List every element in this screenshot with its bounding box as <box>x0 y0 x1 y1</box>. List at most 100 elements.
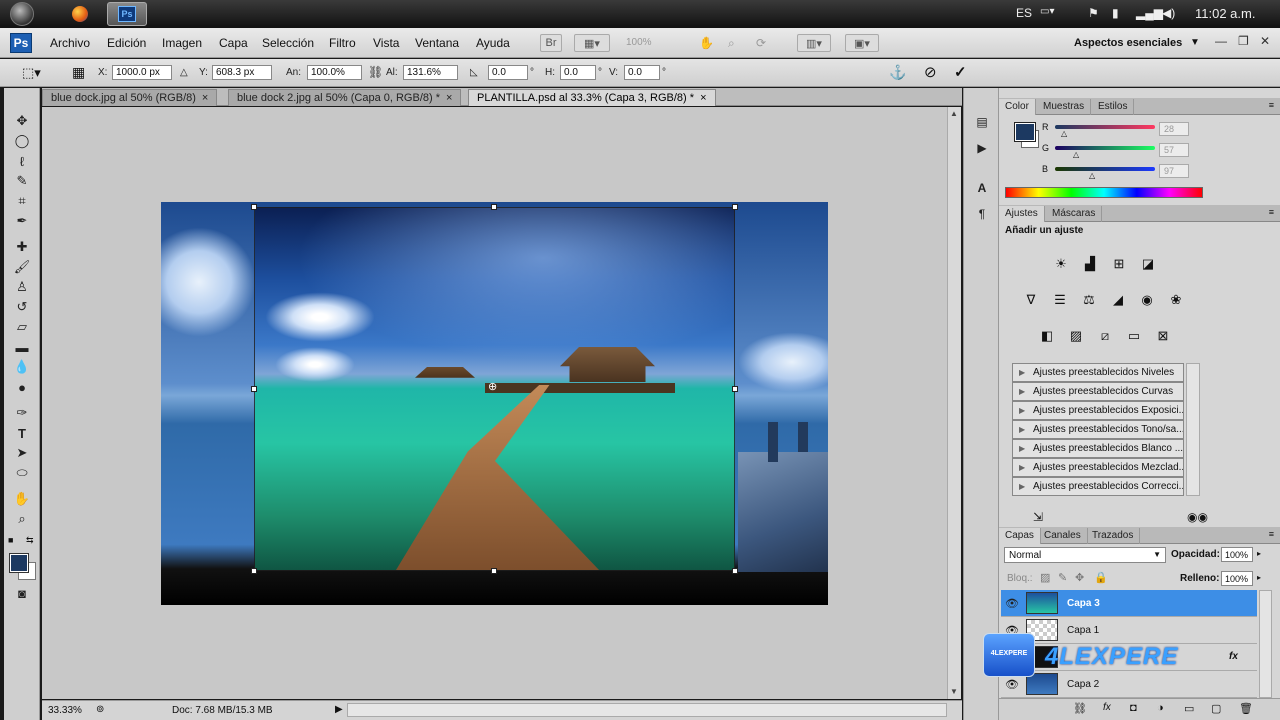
stamp-tool-icon[interactable]: ♙ <box>12 278 32 296</box>
selective-color-icon[interactable]: ⊠ <box>1151 326 1175 346</box>
default-colors-icon[interactable]: ■ <box>8 535 13 545</box>
character-panel-icon[interactable]: A <box>972 180 992 196</box>
warp-icon[interactable]: ⚓ <box>889 64 906 81</box>
brightness-icon[interactable]: ☀ <box>1049 254 1073 274</box>
extras-dropdown[interactable]: ▦▾ <box>574 34 610 52</box>
visibility-eye-icon[interactable]: 👁 <box>1005 597 1019 610</box>
menu-seleccion[interactable]: Selección <box>262 36 314 50</box>
r-slider-thumb[interactable]: △ <box>1061 129 1067 138</box>
tab-blue-dock-2[interactable]: blue dock 2.jpg al 50% (Capa 0, RGB/8) *… <box>228 89 462 106</box>
menu-filtro[interactable]: Filtro <box>329 36 356 50</box>
gradient-tool-icon[interactable]: ▬ <box>12 338 32 356</box>
b-slider-thumb[interactable]: △ <box>1089 171 1095 180</box>
commit-transform-icon[interactable]: ✓ <box>954 63 967 81</box>
eyedropper-tool-icon[interactable]: ✒ <box>12 212 32 230</box>
photoshop-task-button[interactable]: Ps <box>107 2 147 26</box>
fg-swatch[interactable] <box>1014 122 1036 142</box>
transform-handle[interactable] <box>251 204 257 210</box>
close-icon[interactable]: ✕ <box>1260 34 1270 48</box>
tab-estilos[interactable]: Estilos <box>1092 99 1135 115</box>
panel-menu-icon[interactable]: ≡ <box>1269 207 1274 217</box>
workspace-dropdown-icon[interactable]: ▼ <box>1190 37 1200 48</box>
tab-capas[interactable]: Capas <box>999 528 1041 544</box>
link-layers-icon[interactable]: ⛓ <box>1073 702 1087 715</box>
threshold-icon[interactable]: ⧄ <box>1093 326 1117 346</box>
fill-input[interactable]: 100% <box>1221 571 1253 586</box>
menu-imagen[interactable]: Imagen <box>162 36 202 50</box>
signal-icon[interactable]: ▂▄▆ <box>1136 6 1163 20</box>
color-spectrum-bar[interactable] <box>1005 187 1203 198</box>
h-skew-input[interactable]: 0.0 <box>560 65 596 80</box>
levels-icon[interactable]: ▟ <box>1078 254 1102 274</box>
preset-item[interactable]: ▶ Ajustes preestablecidos Correcci... <box>1012 477 1184 496</box>
volume-icon[interactable]: ◀) <box>1162 6 1175 20</box>
swap-colors-icon[interactable]: ⇆ <box>26 535 34 546</box>
layers-scrollbar[interactable] <box>1259 590 1272 698</box>
status-info-icon[interactable]: ⊚ <box>96 704 104 715</box>
reference-point-icon[interactable]: ▦ <box>72 64 85 81</box>
layer-name[interactable]: Capa 3 <box>1067 598 1100 609</box>
lock-transparency-icon[interactable]: ▨ <box>1040 571 1050 584</box>
x-input[interactable]: 1000.0 px <box>112 65 172 80</box>
actions-panel-icon[interactable]: ▶ <box>972 140 992 156</box>
workspace-switcher[interactable]: Aspectos esenciales <box>1074 37 1182 49</box>
visibility-eye-icon[interactable]: 👁 <box>1005 678 1019 691</box>
zoom-tool-icon[interactable]: ⌕ <box>12 510 32 528</box>
menu-edicion[interactable]: Edición <box>107 36 146 50</box>
status-arrow-icon[interactable]: ▶ <box>335 704 343 715</box>
transform-handle[interactable] <box>732 386 738 392</box>
menu-archivo[interactable]: Archivo <box>50 36 90 50</box>
g-slider-thumb[interactable]: △ <box>1073 150 1079 159</box>
preset-item[interactable]: ▶ Ajustes preestablecidos Tono/sa... <box>1012 420 1184 439</box>
b-slider[interactable] <box>1055 167 1155 171</box>
history-brush-tool-icon[interactable]: ↺ <box>12 298 32 316</box>
presets-scrollbar[interactable] <box>1186 363 1200 496</box>
width-input[interactable]: 100.0% <box>307 65 362 80</box>
screen-mode-dropdown[interactable]: ▣▾ <box>845 34 879 52</box>
preset-item[interactable]: ▶ Ajustes preestablecidos Exposici... <box>1012 401 1184 420</box>
arrange-documents-dropdown[interactable]: ▥▾ <box>797 34 831 52</box>
transform-handle[interactable] <box>491 204 497 210</box>
new-adjustment-icon[interactable]: ◑ <box>1157 702 1164 714</box>
paragraph-panel-icon[interactable]: ¶ <box>972 206 992 222</box>
hand-tool-icon[interactable]: ✋ <box>12 490 32 508</box>
layer-name[interactable]: Capa 2 <box>1067 679 1099 690</box>
vertical-scrollbar[interactable]: ▲ ▼ <box>947 107 961 699</box>
panel-menu-icon[interactable]: ≡ <box>1269 529 1274 539</box>
network-icon[interactable]: ▮ <box>1112 6 1119 20</box>
move-tool-icon[interactable]: ✥ <box>12 112 32 130</box>
menu-ayuda[interactable]: Ayuda <box>476 36 510 50</box>
tab-ajustes[interactable]: Ajustes <box>999 206 1045 222</box>
tab-close-icon[interactable]: × <box>202 92 208 104</box>
rotate-view-icon[interactable]: ⟳ <box>756 36 766 50</box>
cancel-transform-icon[interactable]: ⊘ <box>924 63 937 81</box>
shape-tool-icon[interactable]: ⬭ <box>12 464 32 482</box>
v-skew-input[interactable]: 0.0 <box>624 65 660 80</box>
transform-handle[interactable] <box>251 568 257 574</box>
hand-icon[interactable]: ✋ <box>699 36 714 50</box>
invert-icon[interactable]: ◧ <box>1035 326 1059 346</box>
tab-blue-dock[interactable]: blue dock.jpg al 50% (RGB/8) × <box>42 89 218 106</box>
scroll-up-icon[interactable]: ▲ <box>950 109 958 118</box>
horizontal-scrollbar[interactable] <box>347 703 947 717</box>
start-button[interactable] <box>10 2 34 26</box>
lock-all-icon[interactable]: 🔒 <box>1094 571 1108 584</box>
marquee-tool-icon[interactable]: ◯ <box>12 132 32 150</box>
clock[interactable]: 11:02 a.m. <box>1195 6 1255 21</box>
zoom-icon[interactable]: ⌕ <box>728 36 735 51</box>
angle-input[interactable]: 0.0 <box>488 65 528 80</box>
type-tool-icon[interactable]: T <box>12 424 32 442</box>
transform-handle[interactable] <box>491 568 497 574</box>
panel-menu-icon[interactable]: ≡ <box>1269 100 1274 110</box>
curves-icon[interactable]: ⊞ <box>1107 254 1131 274</box>
new-group-icon[interactable]: ▭ <box>1184 702 1194 715</box>
lasso-tool-icon[interactable]: ℓ <box>12 152 32 170</box>
transform-handle[interactable] <box>732 204 738 210</box>
lock-position-icon[interactable]: ✥ <box>1075 571 1084 584</box>
g-value[interactable]: 57 <box>1159 143 1189 157</box>
lock-pixels-icon[interactable]: ✎ <box>1058 571 1067 584</box>
foreground-color-swatch[interactable] <box>9 553 29 573</box>
delta-icon[interactable]: △ <box>180 67 188 78</box>
blend-mode-select[interactable]: Normal ▼ <box>1004 547 1166 563</box>
bridge-icon[interactable]: Br <box>540 34 562 52</box>
